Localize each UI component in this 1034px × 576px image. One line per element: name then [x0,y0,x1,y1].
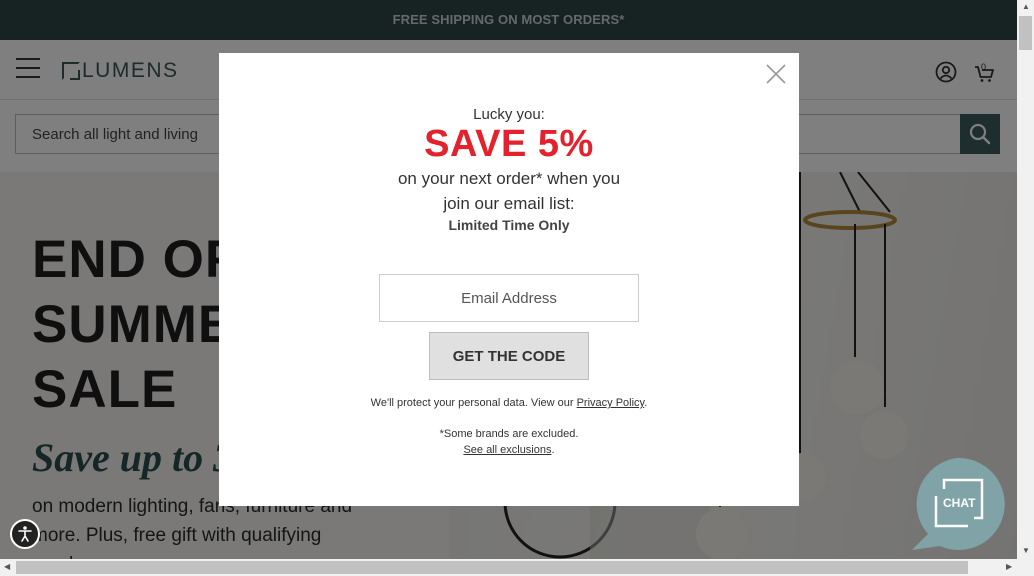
chat-label: CHAT [943,496,976,510]
email-signup-modal: Lucky you: SAVE 5% on your next order* w… [219,53,799,506]
modal-intro: Lucky you: [473,106,545,123]
scroll-down-icon[interactable]: ▼ [1022,547,1030,555]
horizontal-scrollbar[interactable]: ◀ ▶ [0,559,1034,576]
email-field[interactable] [379,274,639,322]
privacy-note: We'll protect your personal data. View o… [219,397,799,409]
get-code-button[interactable]: GET THE CODE [429,332,589,380]
modal-description-line: on your next order* when you [397,169,621,188]
scroll-right-icon[interactable]: ▶ [1006,563,1012,571]
vertical-scrollbar[interactable]: ▲ ▼ [1017,0,1034,559]
exclusions-period: . [551,444,555,456]
excluded-note: *Some brands are excluded. [439,428,579,440]
horizontal-scroll-thumb[interactable] [16,561,968,574]
modal-description-line: join our email list: [443,194,575,213]
privacy-text: We'll protect your personal data. View o… [370,397,577,409]
accessibility-icon [18,526,32,542]
see-exclusions-link[interactable]: See all exclusions [463,444,551,456]
vertical-scroll-thumb[interactable] [1019,16,1032,50]
browser-viewport: FREE SHIPPING ON MOST ORDERS* LUMENS 0 [0,0,1017,559]
scroll-left-icon[interactable]: ◀ [4,563,10,571]
modal-description: on your next order* when you join our em… [219,166,799,216]
limited-time-label: Limited Time Only [448,217,570,233]
exclusions-line: See all exclusions. [219,444,799,456]
privacy-policy-link[interactable]: Privacy Policy [577,397,645,409]
privacy-period: . [644,397,648,409]
modal-headline: SAVE 5% [424,123,594,165]
accessibility-button[interactable] [10,519,40,549]
scroll-up-icon[interactable]: ▲ [1022,3,1030,11]
close-icon[interactable] [765,63,787,85]
